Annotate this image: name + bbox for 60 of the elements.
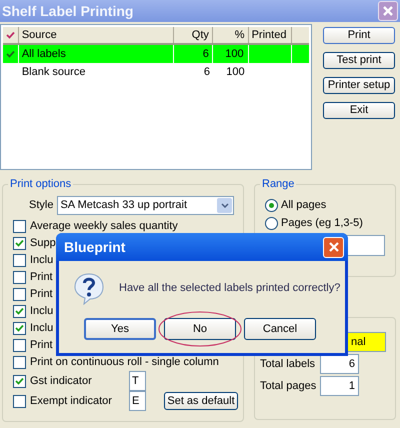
- checkbox-label[interactable]: Inclu: [30, 254, 54, 267]
- input-field[interactable]: E: [129, 391, 146, 411]
- table-cell-text: 6: [202, 64, 211, 80]
- checkbox-label[interactable]: Inclu: [30, 305, 54, 318]
- checkbox[interactable]: [13, 339, 26, 352]
- checkbox-label[interactable]: Print: [30, 288, 53, 301]
- input-field[interactable]: T: [129, 371, 146, 391]
- dialog-message: Have all the selected labels printed correctly?: [119, 280, 340, 296]
- dialog-button[interactable]: Exit: [323, 102, 395, 119]
- checkbox[interactable]: [13, 305, 26, 318]
- checkbox-label[interactable]: Supp: [30, 237, 56, 250]
- radio-label[interactable]: All pages: [281, 196, 326, 214]
- checkbox[interactable]: [13, 254, 26, 267]
- group-label: Print options: [8, 177, 74, 191]
- field-label: Total pages: [260, 378, 318, 394]
- checkbox[interactable]: [13, 374, 26, 388]
- checkbox[interactable]: [13, 322, 26, 335]
- dialog-button[interactable]: No: [164, 318, 236, 340]
- close-button[interactable]: [378, 1, 398, 21]
- checkbox[interactable]: [13, 356, 26, 369]
- window-title: Shelf Label Printing: [2, 2, 134, 21]
- table-cell-text: 100: [225, 64, 246, 80]
- checkbox[interactable]: [13, 220, 26, 233]
- dialog-button[interactable]: Cancel: [244, 318, 316, 340]
- column-header[interactable]: Printed: [248, 27, 292, 43]
- set-default-button[interactable]: Set as default: [164, 392, 238, 410]
- close-button[interactable]: [323, 236, 344, 258]
- radio-button[interactable]: [265, 198, 278, 212]
- dialog-button[interactable]: Printer setup: [323, 77, 395, 94]
- close-icon: [328, 241, 340, 253]
- checkbox-label[interactable]: Gst indicator: [30, 374, 125, 388]
- column-header[interactable]: Qty: [174, 27, 213, 43]
- dialog-button[interactable]: Print: [323, 27, 395, 44]
- checkbox[interactable]: [13, 394, 26, 408]
- checkbox-label[interactable]: Inclu: [30, 322, 54, 335]
- radio-label[interactable]: Pages (eg 1,3-5): [281, 214, 363, 232]
- group-label: Range: [260, 177, 296, 191]
- checkbox-label[interactable]: Print: [30, 271, 53, 284]
- table-row[interactable]: All labels 6 100: [3, 45, 309, 63]
- field-label: Total labels: [260, 356, 316, 372]
- dialog-title: Blueprint: [64, 238, 126, 257]
- dialog-button[interactable]: Yes: [84, 318, 156, 340]
- style-dropdown[interactable]: SA Metcash 33 up portrait: [57, 196, 234, 215]
- input-field[interactable]: 1: [320, 376, 359, 396]
- checkbox-label[interactable]: Exempt indicator: [30, 394, 125, 408]
- checkbox-label[interactable]: Print on continuous roll - single column: [30, 356, 219, 369]
- checkbox[interactable]: [13, 271, 26, 284]
- radio-button[interactable]: [265, 216, 278, 230]
- column-header[interactable]: Source: [18, 27, 174, 43]
- checkbox-label[interactable]: Average weekly sales quantity: [30, 220, 178, 233]
- dialog-button[interactable]: Test print: [323, 52, 395, 69]
- input-field[interactable]: 6: [320, 354, 359, 374]
- close-icon: [382, 5, 394, 17]
- column-header[interactable]: %: [212, 27, 249, 43]
- table-cell-text: Blank source: [20, 64, 86, 80]
- checkbox-label[interactable]: Print: [30, 339, 53, 352]
- checkbox[interactable]: [13, 288, 26, 301]
- question-icon: [72, 271, 106, 305]
- field-label: Style: [29, 198, 54, 214]
- checkbox[interactable]: [13, 237, 26, 250]
